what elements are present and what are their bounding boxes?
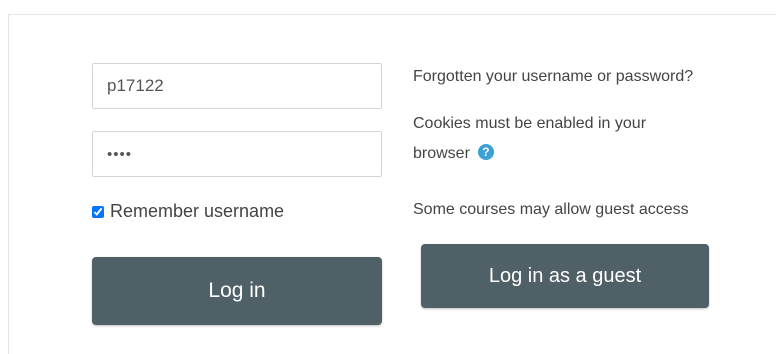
cookies-text-line2: browser [413,145,470,162]
password-input[interactable] [92,131,382,177]
cookies-notice: Cookies must be enabled in your browser? [413,109,673,169]
cookies-text-line1: Cookies must be enabled in your [413,115,647,132]
username-input[interactable] [92,63,382,109]
remember-username[interactable]: Remember username [92,201,284,222]
remember-username-label: Remember username [110,201,285,221]
forgot-password-link[interactable]: Forgotten your username or password? [413,62,693,92]
remember-username-checkbox[interactable] [92,205,104,218]
guest-access-note: Some courses may allow guest access [413,201,689,218]
login-button[interactable]: Log in [92,257,382,325]
guest-login-button[interactable]: Log in as a guest [421,244,709,308]
question-circle-icon[interactable]: ? [477,143,494,160]
